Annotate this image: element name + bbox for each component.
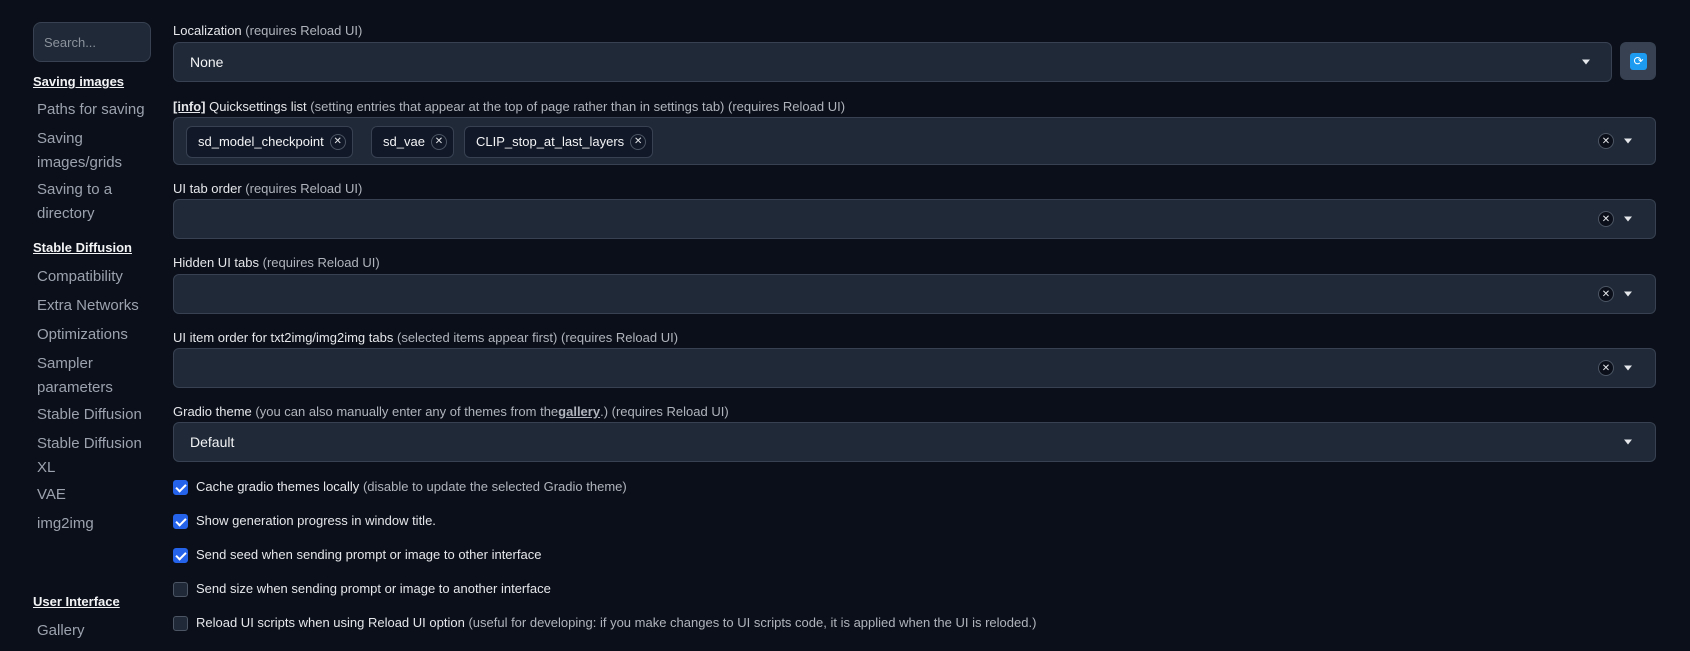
clear-quicksettings-icon[interactable]: ✕ [1598, 133, 1614, 149]
chevron-down-icon [1582, 59, 1590, 65]
section-saving-images[interactable]: Saving images [33, 74, 124, 89]
chip-clip-stop-at-last-layers: CLIP_stop_at_last_layers ✕ [464, 126, 654, 158]
check-icon[interactable] [173, 548, 188, 563]
sidebar-item-gallery[interactable]: Gallery [37, 619, 153, 643]
clear-item-order-icon[interactable]: ✕ [1598, 360, 1614, 376]
check-icon[interactable] [173, 480, 188, 495]
tab-order-label: UI tab order (requires Reload UI) [173, 181, 363, 196]
chevron-down-icon[interactable] [1624, 216, 1632, 222]
checkbox-box[interactable] [173, 616, 188, 631]
chip-sd-model-checkpoint: sd_model_checkpoint ✕ [186, 126, 353, 158]
hidden-tabs-label: Hidden UI tabs (requires Reload UI) [173, 255, 380, 270]
sidebar-item-extra-networks[interactable]: Extra Networks [37, 294, 153, 318]
section-stable-diffusion[interactable]: Stable Diffusion [33, 240, 132, 255]
hidden-tabs-multiselect[interactable]: ✕ [173, 274, 1656, 314]
sidebar-item-stable-diffusion[interactable]: Stable Diffusion [37, 403, 153, 427]
checkbox-box[interactable] [173, 582, 188, 597]
chevron-down-icon[interactable] [1624, 138, 1632, 144]
sidebar-item-stable-diffusion-xl[interactable]: Stable Diffusion XL [37, 432, 153, 480]
section-user-interface[interactable]: User Interface [33, 594, 120, 609]
sidebar-item-sampler-parameters[interactable]: Sampler parameters [37, 352, 153, 400]
chip-sd-vae: sd_vae ✕ [371, 126, 454, 158]
search-input[interactable] [33, 22, 151, 62]
theme-dropdown[interactable]: Default [173, 422, 1656, 462]
gallery-link[interactable]: gallery [558, 404, 600, 419]
sidebar-item-paths-for-saving[interactable]: Paths for saving [37, 98, 153, 122]
sidebar-item-img2img[interactable]: img2img [37, 512, 153, 536]
quicksettings-multiselect[interactable]: sd_model_checkpoint ✕ sd_vae ✕ CLIP_stop… [173, 117, 1656, 165]
check-icon[interactable] [173, 514, 188, 529]
item-order-label: UI item order for txt2img/img2img tabs (… [173, 330, 679, 345]
close-icon[interactable]: ✕ [329, 134, 346, 150]
close-icon[interactable]: ✕ [630, 134, 647, 150]
info-link[interactable]: [info] [173, 99, 205, 114]
close-icon[interactable]: ✕ [430, 134, 447, 150]
settings-sidebar: Saving images Paths for saving Saving im… [33, 0, 153, 651]
item-order-multiselect[interactable]: ✕ [173, 348, 1656, 388]
localization-dropdown[interactable]: None [173, 42, 1612, 82]
clear-hidden-tabs-icon[interactable]: ✕ [1598, 286, 1614, 302]
localization-label: Localization (requires Reload UI) [173, 23, 363, 38]
tab-order-multiselect[interactable]: ✕ [173, 199, 1656, 239]
chevron-down-icon[interactable] [1624, 365, 1632, 371]
refresh-localization-button[interactable]: ⟳ [1620, 42, 1656, 80]
theme-label: Gradio theme (you can also manually ente… [173, 404, 729, 419]
quicksettings-label: [info] Quicksettings list (setting entri… [173, 99, 846, 114]
sidebar-item-saving-to-directory[interactable]: Saving to a directory [37, 178, 153, 226]
sidebar-item-optimizations[interactable]: Optimizations [37, 323, 153, 347]
chevron-down-icon[interactable] [1624, 291, 1632, 297]
clear-tab-order-icon[interactable]: ✕ [1598, 211, 1614, 227]
sidebar-item-compatibility[interactable]: Compatibility [37, 265, 153, 289]
refresh-icon: ⟳ [1630, 53, 1647, 70]
sidebar-item-vae[interactable]: VAE [37, 483, 153, 507]
settings-panel: Localization (requires Reload UI) None ⟳… [173, 0, 1656, 651]
chevron-down-icon [1624, 439, 1632, 445]
sidebar-item-saving-images-grids[interactable]: Saving images/grids [37, 127, 153, 175]
